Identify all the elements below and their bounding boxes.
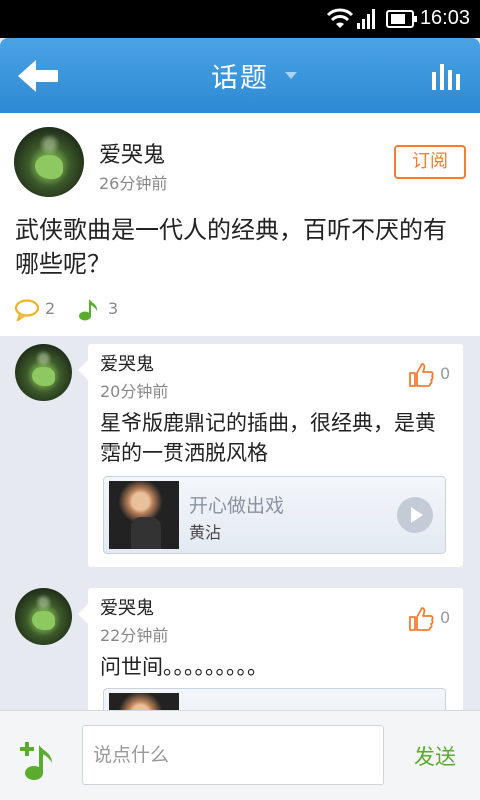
music-count: 3: [108, 299, 119, 318]
header-bar: 话题: [0, 38, 480, 113]
comment-author[interactable]: 爱哭鬼: [100, 594, 154, 620]
status-bar: 16:03: [0, 0, 480, 38]
comment-bubble: 爱哭鬼 20分钟前 0 星爷版鹿鼎记的插曲，很经典，是黄霑的一贯洒脱风格 开心做…: [78, 344, 463, 567]
battery-icon: [386, 10, 417, 28]
like-count: 0: [440, 364, 451, 383]
comment-text: 星爷版鹿鼎记的插曲，很经典，是黄霑的一贯洒脱风格: [100, 411, 436, 465]
comment-input-bar: 发送: [0, 710, 480, 800]
like-count: 0: [440, 608, 451, 627]
avatar[interactable]: [15, 588, 72, 645]
avatar[interactable]: [14, 127, 84, 197]
thumbs-up-icon[interactable]: [408, 606, 434, 632]
topic-body: 武侠歌曲是一代人的经典，百听不厌的有哪些呢？: [15, 216, 447, 278]
thumbs-up-icon[interactable]: [408, 362, 434, 388]
comment-icon[interactable]: [14, 299, 40, 321]
album-cover: [109, 481, 179, 549]
add-music-icon[interactable]: [18, 737, 62, 781]
page-title[interactable]: 话题: [0, 56, 480, 95]
chevron-down-icon[interactable]: [285, 72, 297, 79]
signal-icon: [357, 9, 375, 29]
music-note-icon[interactable]: [78, 297, 100, 321]
topic-time: 26分钟前: [99, 174, 168, 193]
song-title: 开心做出戏: [189, 495, 285, 517]
wifi-icon: [326, 8, 354, 28]
comment-input[interactable]: [82, 725, 384, 785]
bar-chart-icon[interactable]: [430, 62, 466, 90]
topic-card: 爱哭鬼 26分钟前 订阅 武侠歌曲是一代人的经典，百听不厌的有哪些呢？ 2 3: [0, 113, 480, 336]
topic-author[interactable]: 爱哭鬼: [99, 137, 165, 169]
card-pointer: [36, 323, 60, 335]
comment-time: 22分钟前: [100, 626, 169, 645]
subscribe-button[interactable]: 订阅: [394, 145, 466, 179]
comment-count: 2: [45, 299, 56, 318]
song-card[interactable]: 开心做出戏 黄沾: [103, 476, 446, 554]
comment-time: 20分钟前: [100, 382, 169, 401]
avatar[interactable]: [15, 344, 72, 401]
comment-author[interactable]: 爱哭鬼: [100, 350, 154, 376]
status-time: 16:03: [419, 7, 470, 29]
comment-text: 问世间。。。。。。。。。: [100, 655, 268, 679]
comment-bubble: 爱哭鬼 22分钟前 0 问世间。。。。。。。。。: [78, 588, 463, 766]
song-artist: 黄沾: [189, 523, 222, 542]
play-icon[interactable]: [397, 497, 433, 533]
send-button[interactable]: 发送: [400, 741, 470, 771]
